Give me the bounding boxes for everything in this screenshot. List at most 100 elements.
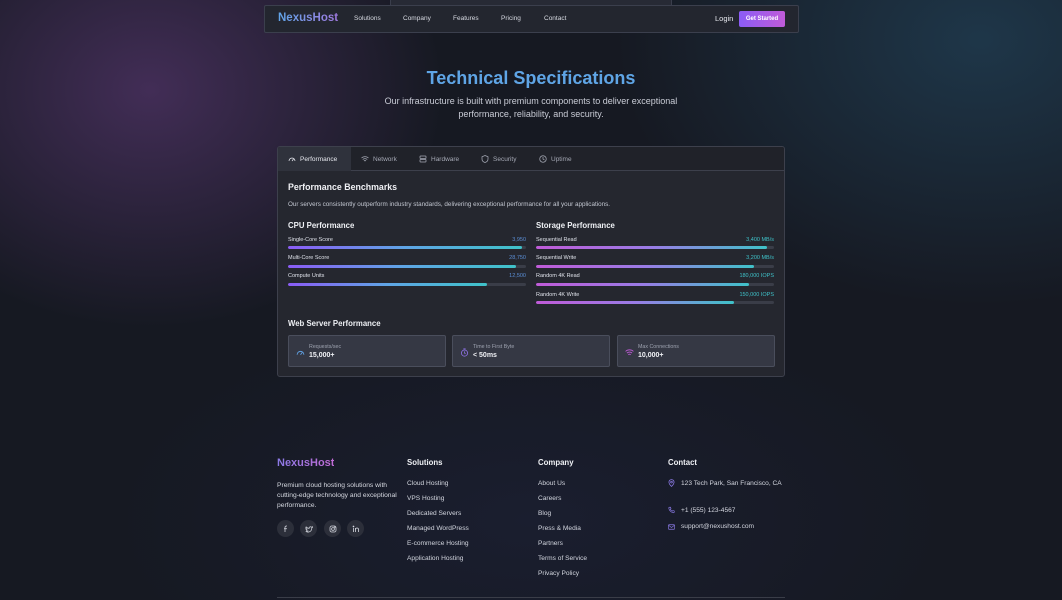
navbar: NexusHost Solutions Company Features Pri… bbox=[264, 5, 799, 33]
nav-link-contact[interactable]: Contact bbox=[544, 15, 566, 22]
cpu-metric-label: Single-Core Score bbox=[288, 237, 333, 243]
stat-label: Requests/sec bbox=[309, 344, 342, 350]
login-link[interactable]: Login bbox=[715, 14, 733, 23]
storage-progress-bar bbox=[536, 246, 774, 249]
stat-value: 10,000+ bbox=[638, 352, 664, 359]
stat-label: Time to First Byte bbox=[473, 344, 515, 350]
nav-brand-logo[interactable]: NexusHost bbox=[278, 12, 338, 24]
storage-performance-title: Storage Performance bbox=[536, 221, 615, 230]
cpu-metric-label: Compute Units bbox=[288, 273, 325, 279]
tab-performance[interactable]: Performance bbox=[278, 147, 351, 171]
footer-link[interactable]: Blog bbox=[538, 510, 551, 517]
nav-link-company[interactable]: Company bbox=[403, 15, 431, 22]
footer-link[interactable]: Application Hosting bbox=[407, 555, 463, 562]
benchmarks-description: Our servers consistently outperform indu… bbox=[288, 201, 610, 208]
footer-link[interactable]: Careers bbox=[538, 495, 561, 502]
nav-link-pricing[interactable]: Pricing bbox=[501, 15, 521, 22]
storage-progress-bar bbox=[536, 283, 774, 286]
mail-icon bbox=[668, 524, 675, 530]
contact-email[interactable]: support@nexushost.com bbox=[681, 522, 791, 532]
progress-fill bbox=[288, 265, 517, 268]
stat-value: < 50ms bbox=[473, 352, 497, 359]
footer-link[interactable]: E-commerce Hosting bbox=[407, 540, 469, 547]
specs-tabs: Performance Network Hardware Security Up… bbox=[278, 147, 784, 171]
tab-security[interactable]: Security bbox=[481, 147, 516, 171]
cpu-progress-bar bbox=[288, 283, 526, 286]
wifi-icon bbox=[361, 156, 369, 162]
server-icon bbox=[419, 155, 427, 163]
tab-network[interactable]: Network bbox=[361, 147, 397, 171]
stat-card-connections: Max Connections 10,000+ bbox=[617, 335, 775, 367]
tab-label: Security bbox=[493, 155, 517, 163]
tab-hardware[interactable]: Hardware bbox=[419, 147, 459, 171]
contact-address: 123 Tech Park, San Francisco, CA bbox=[681, 480, 782, 487]
gauge-icon bbox=[296, 351, 305, 356]
twitter-icon bbox=[305, 525, 313, 532]
cpu-metric-label: Multi-Core Score bbox=[288, 255, 330, 261]
footer-link[interactable]: VPS Hosting bbox=[407, 495, 444, 502]
storage-metric-label: Random 4K Write bbox=[536, 292, 580, 298]
facebook-icon bbox=[283, 525, 287, 532]
footer-link[interactable]: Managed WordPress bbox=[407, 525, 469, 532]
footer-solutions-title: Solutions bbox=[407, 458, 443, 467]
footer-contact-title: Contact bbox=[668, 458, 698, 467]
benchmarks-title: Performance Benchmarks bbox=[288, 182, 398, 192]
cpu-performance-title: CPU Performance bbox=[288, 221, 355, 230]
tab-label: Uptime bbox=[551, 155, 572, 163]
get-started-button[interactable]: Get Started bbox=[739, 11, 785, 27]
page-subtitle: Our infrastructure is built with premium… bbox=[384, 96, 678, 119]
instagram-icon bbox=[329, 525, 336, 532]
footer-brand-logo[interactable]: NexusHost bbox=[277, 457, 334, 469]
tab-label: Performance bbox=[300, 155, 338, 163]
stat-value: 15,000+ bbox=[309, 352, 335, 359]
tab-uptime[interactable]: Uptime bbox=[539, 147, 572, 171]
clock-icon bbox=[539, 155, 547, 163]
footer-description: Premium cloud hosting solutions with cut… bbox=[277, 482, 397, 509]
tab-label: Network bbox=[373, 155, 397, 163]
cpu-metric-value: 3,950 bbox=[512, 237, 526, 243]
storage-progress-bar bbox=[536, 265, 774, 268]
storage-metric-value: 3,400 MB/s bbox=[746, 237, 774, 243]
cpu-progress-bar bbox=[288, 265, 526, 268]
twitter-link[interactable] bbox=[300, 520, 317, 537]
linkedin-icon bbox=[352, 525, 359, 532]
page-title: Technical Specifications bbox=[426, 68, 636, 88]
stat-card-ttfb: Time to First Byte < 50ms bbox=[452, 335, 610, 367]
linkedin-link[interactable] bbox=[347, 520, 364, 537]
facebook-link[interactable] bbox=[277, 520, 294, 537]
nav-link-solutions[interactable]: Solutions bbox=[354, 15, 381, 22]
footer-link[interactable]: Partners bbox=[538, 540, 563, 547]
progress-fill bbox=[288, 246, 523, 249]
footer-link[interactable]: About Us bbox=[538, 480, 565, 487]
tab-label: Hardware bbox=[431, 155, 460, 163]
storage-metric-label: Sequential Write bbox=[536, 255, 577, 261]
contact-phone[interactable]: +1 (555) 123-4567 bbox=[681, 506, 791, 516]
footer-link[interactable]: Dedicated Servers bbox=[407, 510, 461, 517]
instagram-link[interactable] bbox=[324, 520, 341, 537]
progress-fill bbox=[536, 246, 767, 249]
storage-metric-label: Sequential Read bbox=[536, 237, 577, 243]
storage-metric-label: Random 4K Read bbox=[536, 273, 580, 279]
phone-icon bbox=[668, 506, 675, 514]
footer-link[interactable]: Privacy Policy bbox=[538, 570, 579, 577]
progress-fill bbox=[288, 283, 487, 286]
progress-fill bbox=[536, 265, 754, 268]
storage-metric-value: 150,000 IOPS bbox=[739, 292, 774, 298]
wifi-icon bbox=[625, 349, 634, 356]
progress-fill bbox=[536, 283, 749, 286]
cpu-progress-bar bbox=[288, 246, 526, 249]
storage-metric-value: 3,200 MB/s bbox=[746, 255, 774, 261]
timer-icon bbox=[460, 348, 469, 357]
cpu-metric-value: 28,750 bbox=[509, 255, 526, 261]
nav-link-features[interactable]: Features bbox=[453, 15, 479, 22]
footer-link[interactable]: Terms of Service bbox=[538, 555, 587, 562]
footer-link[interactable]: Cloud Hosting bbox=[407, 480, 448, 487]
gauge-icon bbox=[288, 157, 296, 162]
stat-card-requests: Requests/sec 15,000+ bbox=[288, 335, 446, 367]
storage-metric-value: 180,000 IOPS bbox=[739, 273, 774, 279]
progress-fill bbox=[536, 301, 734, 304]
cpu-metric-value: 12,500 bbox=[509, 273, 526, 279]
storage-progress-bar bbox=[536, 301, 774, 304]
specs-panel: Performance Network Hardware Security Up… bbox=[277, 146, 785, 377]
footer-link[interactable]: Press & Media bbox=[538, 525, 581, 532]
